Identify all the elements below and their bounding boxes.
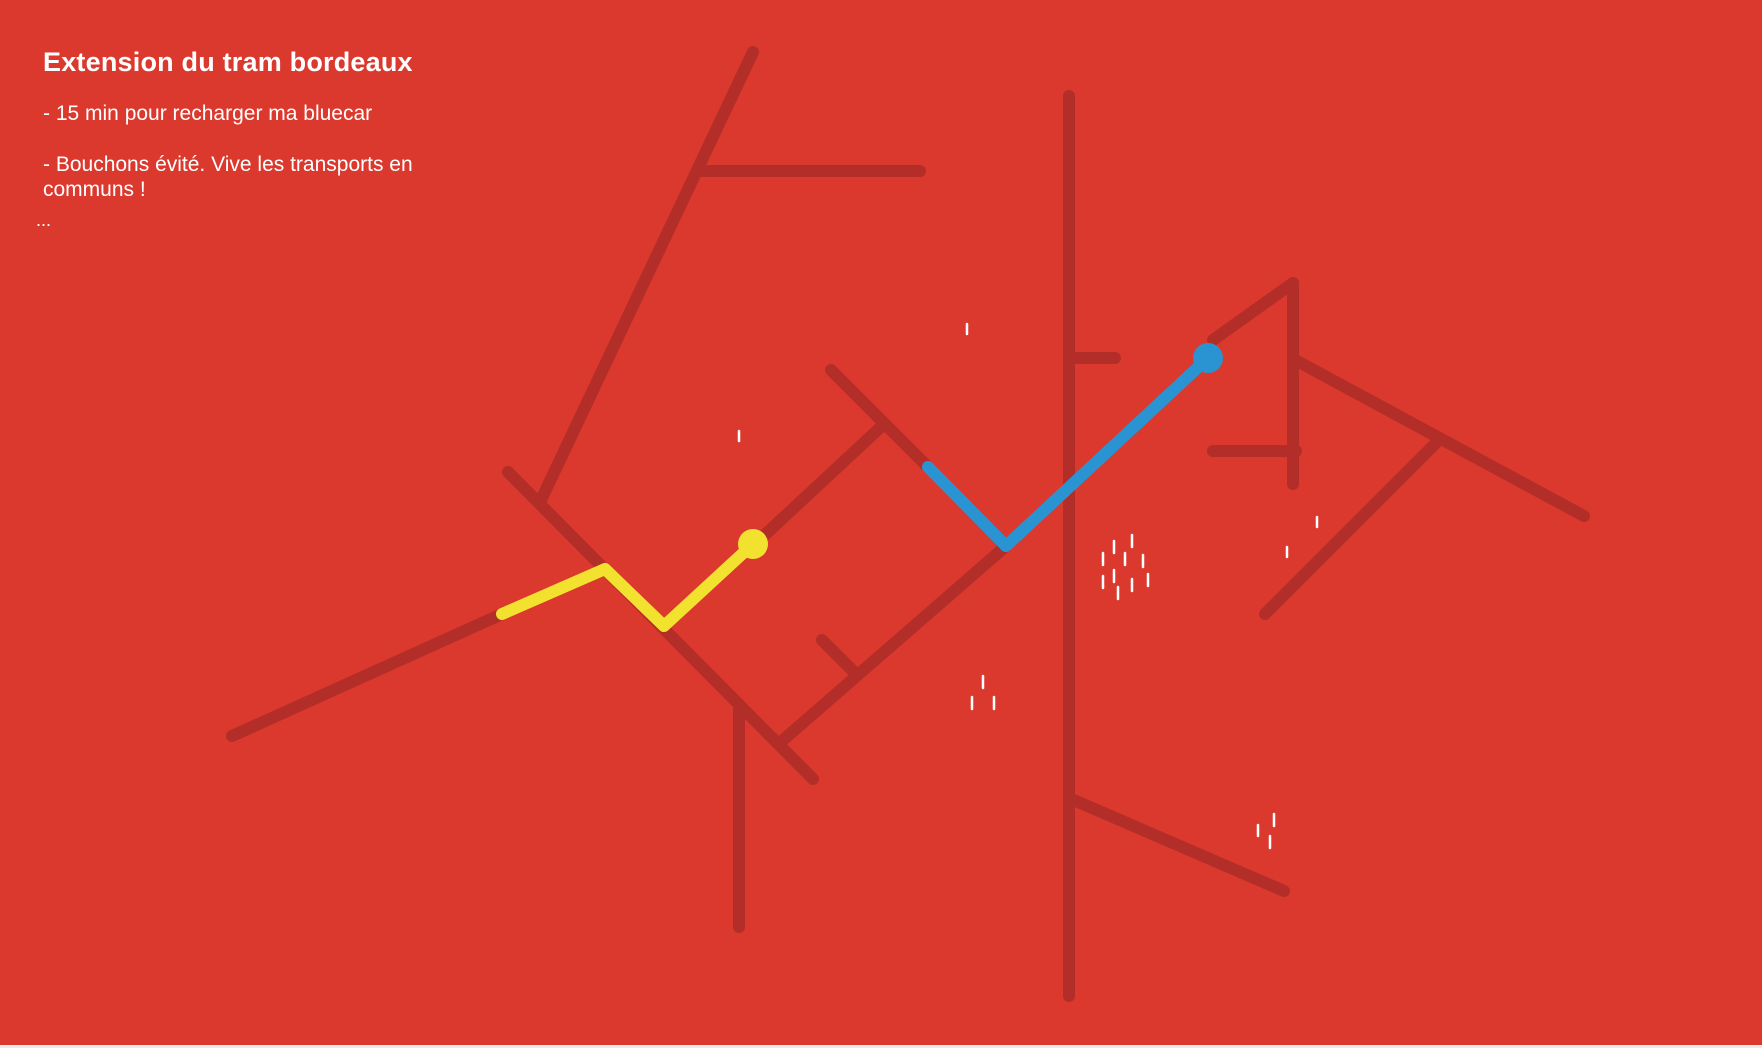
- note-item: - 15 min pour recharger ma bluecar: [43, 102, 373, 125]
- street-segment: [226, 608, 508, 742]
- street-segment: [776, 540, 1012, 747]
- street-segment: [1207, 277, 1299, 346]
- map-panel: Extension du tram bordeaux - 15 min pour…: [0, 0, 1762, 1045]
- street-segment: [1063, 792, 1290, 897]
- more-ellipsis: ...: [36, 210, 52, 230]
- street-segment: [749, 419, 889, 550]
- street-segment: [535, 46, 759, 506]
- notes-list: - 15 min pour recharger ma bluecar - Bou…: [43, 101, 483, 202]
- map-title: Extension du tram bordeaux: [43, 47, 413, 77]
- tram-line-blue[interactable]: [922, 343, 1223, 552]
- tram-line-yellow[interactable]: [496, 529, 768, 632]
- info-box: Extension du tram bordeaux - 15 min pour…: [43, 45, 483, 228]
- street-segment: [816, 634, 863, 681]
- note-item: - Bouchons évité. Vive les transports en…: [43, 153, 413, 201]
- map-markers: [737, 322, 1319, 850]
- tram-station-yellow[interactable]: [738, 529, 768, 559]
- map-stage: Extension du tram bordeaux - 15 min pour…: [0, 0, 1762, 1048]
- tram-line-yellow-path[interactable]: [496, 538, 759, 632]
- tram-station-blue[interactable]: [1193, 343, 1223, 373]
